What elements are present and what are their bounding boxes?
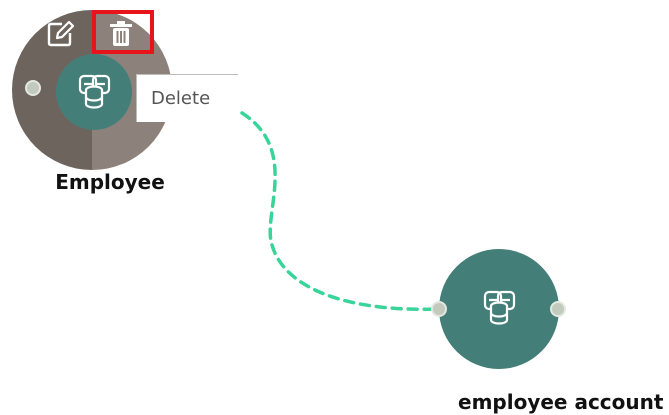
delete-highlight-box [92, 10, 154, 54]
employee-account-node[interactable] [431, 249, 566, 369]
edit-button[interactable] [42, 16, 78, 52]
employee-node-label: Employee [55, 170, 165, 194]
edit-icon [47, 20, 75, 47]
delete-tooltip: Delete [136, 74, 238, 122]
output-port[interactable] [550, 301, 566, 317]
input-port[interactable] [431, 301, 447, 317]
workflow-canvas[interactable]: Delete Employee employee account [0, 0, 669, 415]
employee-account-node-label: employee account [458, 390, 664, 414]
graph-layer [12, 10, 566, 369]
connection-line[interactable] [240, 111, 440, 312]
tooltip-text: Delete [151, 88, 211, 109]
input-port[interactable] [25, 80, 41, 96]
